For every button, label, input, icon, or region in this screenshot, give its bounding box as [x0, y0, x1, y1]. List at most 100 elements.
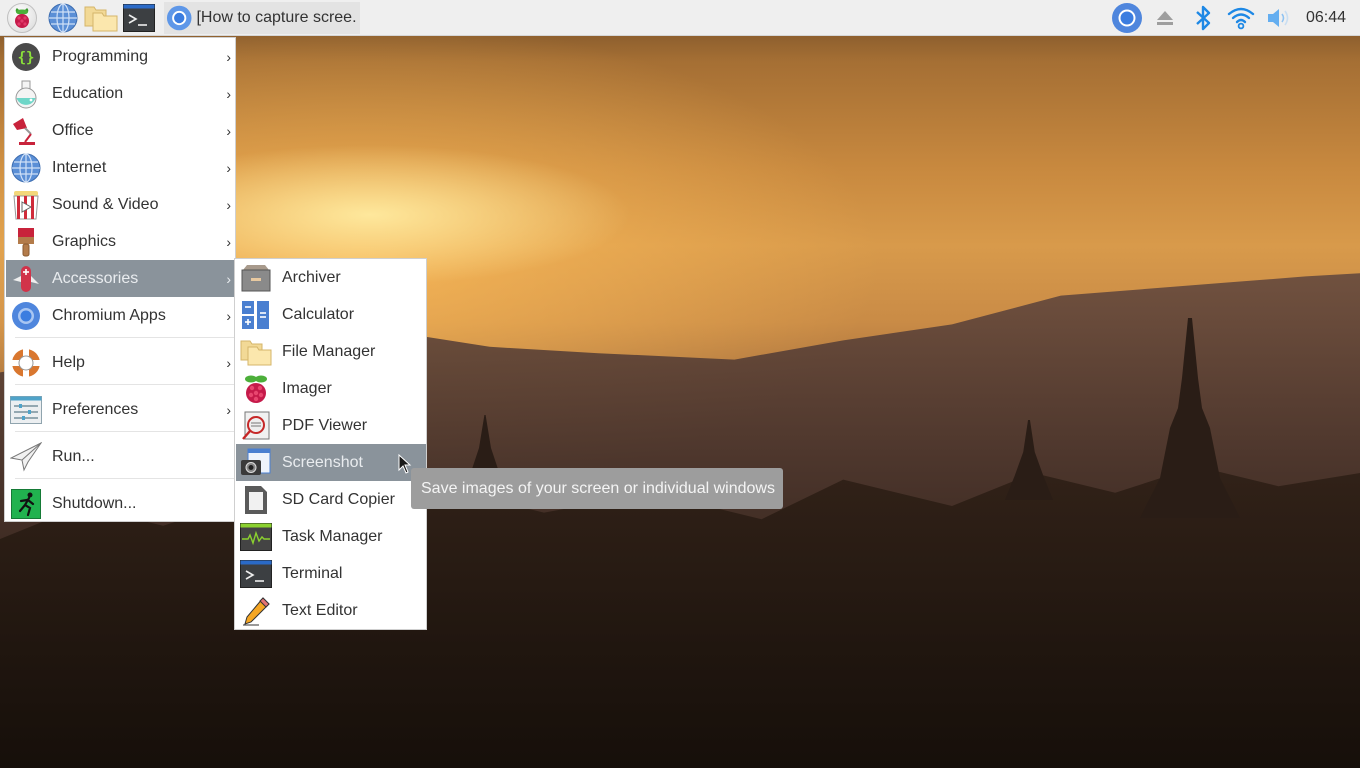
menu-item-label: Sound & Video: [52, 195, 159, 213]
launcher-terminal[interactable]: [120, 0, 158, 36]
menu-item-label: Office: [52, 121, 94, 139]
accessories-submenu: Archiver Calculator File Manager Imager …: [234, 258, 427, 630]
submenu-item-label: PDF Viewer: [282, 416, 368, 434]
wifi-icon: [1227, 7, 1255, 29]
menu-item-education[interactable]: Education ›: [6, 75, 235, 112]
menu-item-help[interactable]: Help ›: [6, 344, 235, 381]
menu-item-accessories[interactable]: Accessories ›: [6, 260, 235, 297]
menu-separator: [15, 337, 235, 338]
mouse-cursor-icon: [398, 454, 412, 474]
pencil-icon: [240, 595, 272, 627]
chromium-icon: [10, 300, 42, 332]
applications-menu-button[interactable]: [0, 0, 44, 36]
tray-chromium[interactable]: [1108, 0, 1146, 36]
folder-icon: [84, 6, 118, 31]
menu-item-shutdown[interactable]: Shutdown...: [6, 485, 235, 522]
menu-item-label: Education: [52, 84, 124, 102]
menu-separator: [15, 431, 235, 432]
camera-icon: [240, 447, 272, 479]
menu-item-programming[interactable]: {} Programming ›: [6, 38, 235, 75]
paintbrush-icon: [10, 226, 42, 258]
menu-separator: [15, 478, 235, 479]
chevron-right-icon: ›: [226, 401, 231, 418]
tooltip: Save images of your screen or individual…: [411, 468, 783, 509]
archive-drawer-icon: [240, 262, 272, 294]
menu-separator: [15, 384, 235, 385]
globe-icon: [48, 2, 78, 33]
flask-icon: [10, 78, 42, 110]
tray-wifi[interactable]: [1222, 0, 1260, 36]
tray-bluetooth[interactable]: [1184, 0, 1222, 36]
paper-plane-icon: [10, 441, 42, 473]
submenu-item-file-manager[interactable]: File Manager: [236, 333, 426, 370]
menu-item-label: Help: [52, 353, 85, 371]
submenu-item-imager[interactable]: Imager: [236, 370, 426, 407]
chevron-right-icon: ›: [226, 307, 231, 324]
clock[interactable]: 06:44: [1298, 9, 1360, 27]
menu-item-internet[interactable]: Internet ›: [6, 149, 235, 186]
terminal-icon: [240, 558, 272, 590]
swiss-knife-icon: [10, 263, 42, 295]
popcorn-icon: [10, 189, 42, 221]
submenu-item-text-editor[interactable]: Text Editor: [236, 592, 426, 629]
menu-item-graphics[interactable]: Graphics ›: [6, 223, 235, 260]
menu-item-label: Preferences: [52, 400, 139, 418]
submenu-item-label: Archiver: [282, 268, 341, 286]
submenu-item-task-manager[interactable]: Task Manager: [236, 518, 426, 555]
submenu-item-label: File Manager: [282, 342, 376, 360]
applications-menu: {} Programming › Education › Office › In…: [4, 37, 236, 522]
exit-icon: [10, 488, 42, 520]
submenu-item-label: Imager: [282, 379, 332, 397]
launcher-file-manager[interactable]: [82, 0, 120, 36]
launcher-web-browser[interactable]: [44, 0, 82, 36]
tray-volume[interactable]: [1260, 0, 1298, 36]
globe-icon: [10, 152, 42, 184]
menu-item-label: Accessories: [52, 269, 139, 287]
calculator-icon: [240, 299, 272, 331]
system-tray: 06:44: [1108, 0, 1360, 36]
chevron-right-icon: ›: [226, 122, 231, 139]
taskbar: [How to capture scree... 06:44: [0, 0, 1360, 36]
chevron-right-icon: ›: [226, 85, 231, 102]
menu-item-label: Run...: [52, 447, 95, 465]
menu-item-label: Graphics: [52, 232, 117, 250]
lifebuoy-icon: [10, 347, 42, 379]
menu-item-sound-video[interactable]: Sound & Video ›: [6, 186, 235, 223]
bluetooth-icon: [1196, 5, 1211, 30]
folder-icon: [240, 336, 272, 368]
submenu-item-label: Text Editor: [282, 601, 358, 619]
chevron-right-icon: ›: [226, 233, 231, 250]
submenu-item-label: Task Manager: [282, 527, 383, 545]
chevron-right-icon: ›: [226, 270, 231, 287]
task-monitor-icon: [240, 521, 272, 553]
menu-item-preferences[interactable]: Preferences ›: [6, 391, 235, 428]
pdf-magnifier-icon: [240, 410, 272, 442]
submenu-item-terminal[interactable]: Terminal: [236, 555, 426, 592]
menu-item-label: Shutdown...: [52, 494, 137, 512]
submenu-item-pdf-viewer[interactable]: PDF Viewer: [236, 407, 426, 444]
menu-item-office[interactable]: Office ›: [6, 112, 235, 149]
menu-item-chromium-apps[interactable]: Chromium Apps ›: [6, 297, 235, 334]
menu-item-label: Programming: [52, 47, 149, 65]
preferences-icon: [10, 394, 42, 426]
svg-text:{}: {}: [18, 50, 35, 66]
menu-item-run[interactable]: Run...: [6, 438, 235, 475]
raspberry-pi-icon: [7, 2, 37, 33]
terminal-icon: [123, 3, 155, 32]
taskbar-window-chromium[interactable]: [How to capture scree...: [164, 1, 360, 34]
chromium-icon: [1111, 2, 1142, 33]
chevron-right-icon: ›: [226, 196, 231, 213]
tray-eject[interactable]: [1146, 0, 1184, 36]
menu-item-label: Chromium Apps: [52, 306, 166, 324]
eject-icon: [1156, 10, 1173, 25]
submenu-item-label: SD Card Copier: [282, 490, 395, 508]
volume-icon: [1267, 8, 1289, 27]
submenu-item-sd-card-copier[interactable]: SD Card Copier: [236, 481, 426, 518]
submenu-item-label: Calculator: [282, 305, 355, 323]
chevron-right-icon: ›: [226, 48, 231, 65]
submenu-item-archiver[interactable]: Archiver: [236, 259, 426, 296]
lamp-icon: [10, 115, 42, 147]
submenu-item-calculator[interactable]: Calculator: [236, 296, 426, 333]
chromium-icon: [166, 5, 192, 30]
sd-card-icon: [240, 484, 272, 516]
